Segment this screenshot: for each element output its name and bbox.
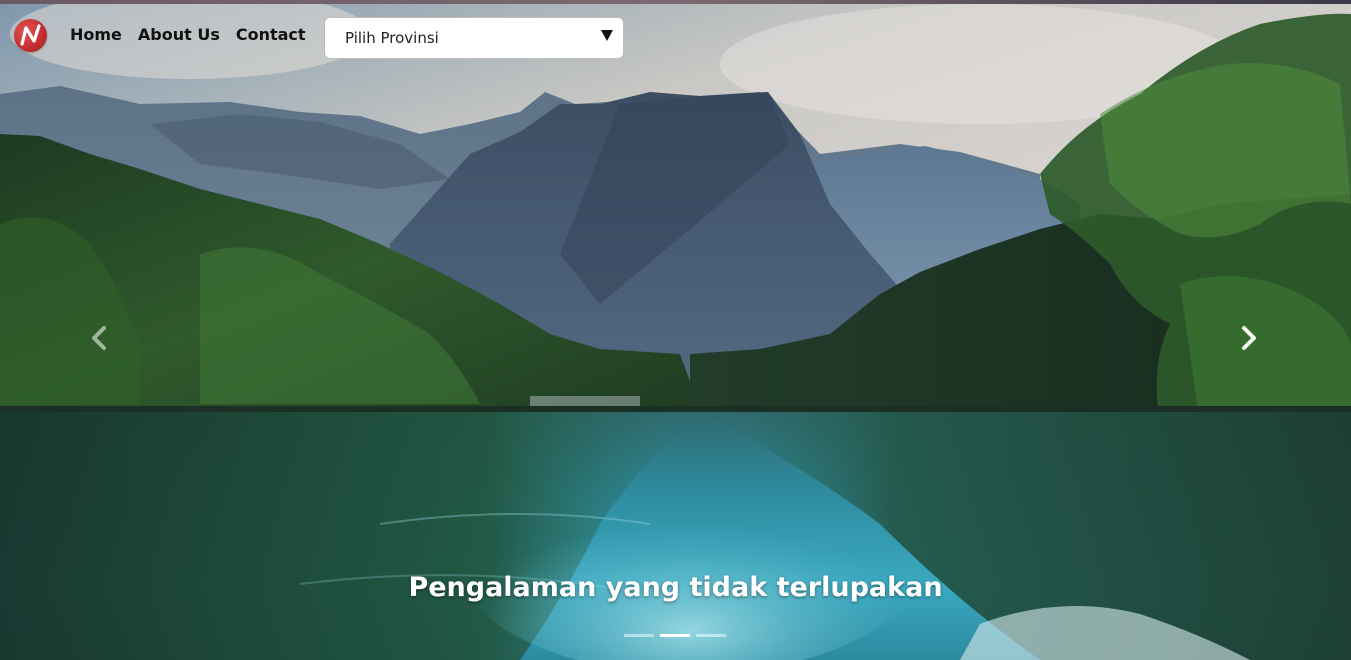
nav-link-about-us[interactable]: About Us	[138, 24, 220, 46]
carousel-prev-button[interactable]	[80, 318, 120, 358]
logo-mark-icon	[20, 24, 41, 46]
chevron-right-icon	[1242, 326, 1256, 350]
carousel-caption: Pengalaman yang tidak terlupakan	[0, 572, 1351, 603]
hero-landscape-image	[0, 4, 1351, 660]
chevron-left-icon	[92, 326, 106, 350]
carousel-indicator-1[interactable]	[624, 634, 654, 637]
navbar: Home About Us Contact Pilih Provinsi	[0, 4, 1351, 64]
province-select-value: Pilih Provinsi	[345, 29, 439, 47]
top-strip	[0, 0, 1351, 4]
carousel-indicators	[624, 634, 726, 637]
carousel-indicator-3[interactable]	[696, 634, 726, 637]
nav-links: Home About Us Contact	[70, 24, 322, 46]
brand-logo[interactable]	[14, 19, 47, 52]
nav-link-home[interactable]: Home	[70, 24, 122, 46]
province-select[interactable]: Pilih Provinsi	[324, 17, 624, 59]
nav-link-contact[interactable]: Contact	[236, 24, 306, 46]
carousel-next-button[interactable]	[1228, 318, 1268, 358]
triangle-down-icon	[601, 30, 613, 41]
caption-text: Pengalaman yang tidak terlupakan	[408, 572, 943, 603]
hero-carousel	[0, 4, 1351, 660]
carousel-indicator-2[interactable]	[660, 634, 690, 637]
page: Home About Us Contact Pilih Provinsi Pen…	[0, 0, 1351, 660]
